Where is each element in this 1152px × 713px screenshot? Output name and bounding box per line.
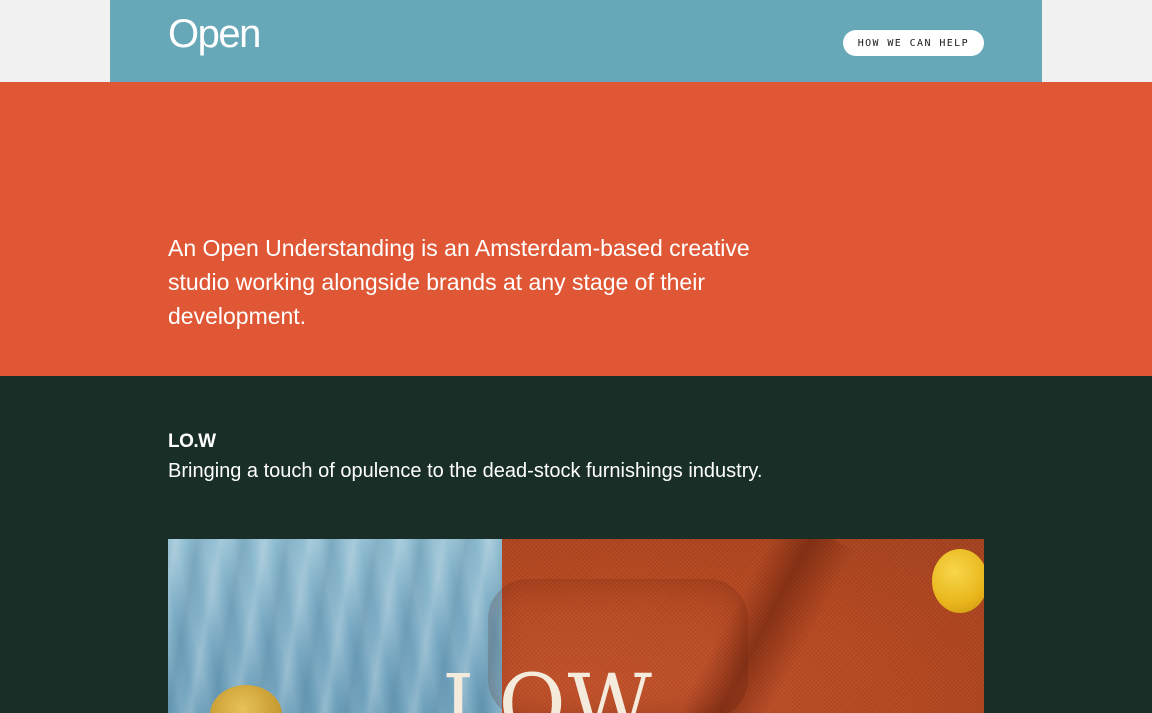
project-section: LO.W Bringing a touch of opulence to the… <box>0 376 1152 713</box>
project-image[interactable]: LOW <box>168 539 984 713</box>
intro-section: An Open Understanding is an Amsterdam-ba… <box>0 82 1152 376</box>
how-we-can-help-button[interactable]: HOW WE CAN HELP <box>842 30 984 56</box>
low-wordmark: LOW <box>442 658 654 713</box>
project-description: Bringing a touch of opulence to the dead… <box>168 460 763 482</box>
logo[interactable]: Open <box>168 12 261 57</box>
intro-text: An Open Understanding is an Amsterdam-ba… <box>168 235 750 329</box>
site-header: Open HOW WE CAN HELP <box>110 0 1042 82</box>
lemon-image <box>932 549 984 613</box>
project-title[interactable]: LO.W <box>168 431 216 453</box>
